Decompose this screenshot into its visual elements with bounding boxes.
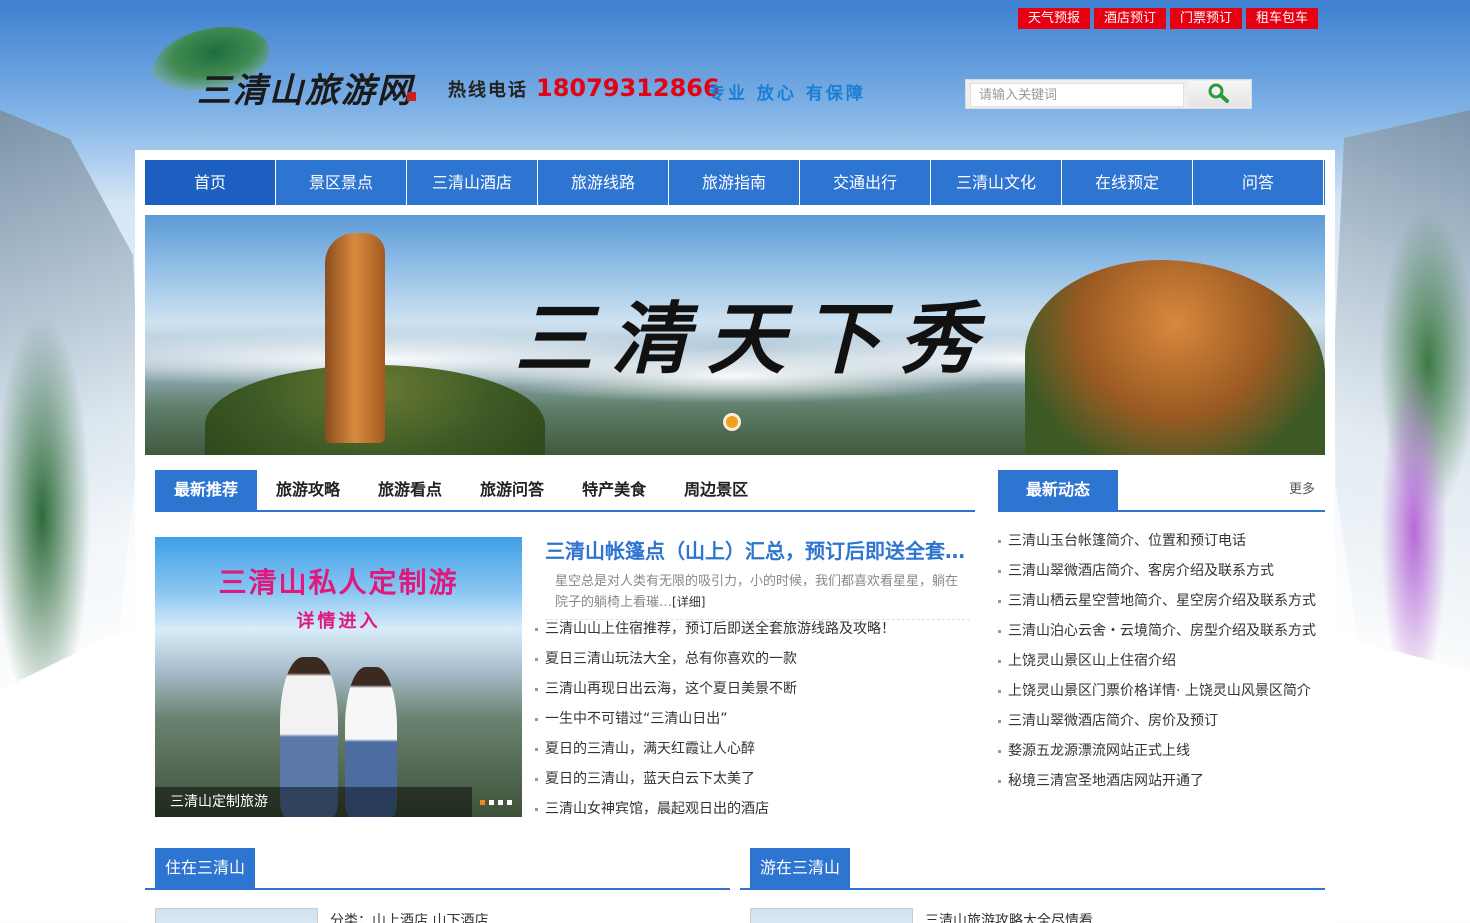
section-stay-thumbnail[interactable] (155, 908, 318, 923)
nav-travel-guide[interactable]: 旅游指南 (669, 160, 800, 205)
top-link-ticket[interactable]: 门票预订 (1170, 8, 1243, 29)
top-link-car-rental[interactable]: 租车包车 (1246, 8, 1319, 29)
feature-subtitle: 详情进入 (296, 611, 381, 632)
list-item[interactable]: 三清山再现日出云海，这个夏日美景不断 (535, 674, 975, 704)
section-stay-text[interactable]: 分类：山上酒店 山下酒店 (330, 910, 488, 923)
feature-slideshow[interactable]: 三清山私人定制游 详情进入 三清山定制旅游 (155, 537, 522, 817)
nav-transport[interactable]: 交通出行 (800, 160, 931, 205)
list-item[interactable]: 婺源五龙源漂流网站正式上线 (998, 736, 1325, 766)
list-item[interactable]: 三清山泊心云舍・云境简介、房型介绍及联系方式 (998, 616, 1325, 646)
top-link-hotel[interactable]: 酒店预订 (1094, 8, 1167, 29)
feature-dot[interactable] (480, 800, 485, 805)
tab-qa[interactable]: 旅游问答 (461, 470, 563, 510)
list-item[interactable]: 上饶灵山景区山上住宿介绍 (998, 646, 1325, 676)
section-stay-title[interactable]: 住在三清山 (155, 848, 255, 888)
section-tour-title[interactable]: 游在三清山 (750, 848, 850, 888)
headline-title[interactable]: 三清山帐篷点（山上）汇总，预订后即送全套旅游线路 (545, 535, 970, 564)
section-tour-thumbnail[interactable] (750, 908, 913, 923)
nav-qa[interactable]: 问答 (1193, 160, 1324, 205)
hotline-label: 热线电话 (448, 80, 528, 101)
nav-home[interactable]: 首页 (145, 160, 276, 205)
banner-rock-pillar (325, 233, 385, 443)
headline-more-link[interactable]: [详细] (672, 595, 705, 609)
tab-highlights[interactable]: 旅游看点 (359, 470, 461, 510)
site-logo[interactable]: 三清山旅游网 (145, 17, 425, 111)
nav-online-booking[interactable]: 在线预定 (1062, 160, 1193, 205)
list-item[interactable]: 夏日的三清山，满天红霞让人心醉 (535, 734, 975, 764)
list-item[interactable]: 上饶灵山景区门票价格详情· 上饶灵山风景区简介 (998, 676, 1325, 706)
slogan: 专业 放心 有保障 (708, 84, 866, 104)
list-item[interactable]: 夏日的三清山，蓝天白云下太美了 (535, 764, 975, 794)
logo-seal-icon (407, 92, 416, 101)
tab-nearby[interactable]: 周边景区 (665, 470, 767, 510)
dynamics-list: 三清山玉台帐篷简介、位置和预订电话 三清山翠微酒店简介、客房介绍及联系方式 三清… (998, 526, 1325, 796)
magnifier-icon (1208, 83, 1229, 103)
nav-culture[interactable]: 三清山文化 (931, 160, 1062, 205)
dynamics-more-link[interactable]: 更多 (1289, 470, 1315, 510)
news-tabs: 最新推荐 旅游攻略 旅游看点 旅游问答 特产美食 周边景区 (155, 470, 975, 512)
tab-latest[interactable]: 最新推荐 (155, 470, 258, 510)
background-mountain-right (1330, 110, 1470, 670)
top-links: 天气预报 酒店预订 门票预订 租车包车 (1018, 8, 1319, 29)
banner-rock-peak (1025, 260, 1325, 455)
banner-slider[interactable]: 三清天下秀 (145, 215, 1325, 455)
headline: 三清山帐篷点（山上）汇总，预订后即送全套旅游线路 星空总是对人类有无限的吸引力，… (545, 535, 970, 620)
feature-title: 三清山私人定制游 (218, 566, 459, 599)
list-item[interactable]: 三清山玉台帐篷简介、位置和预订电话 (998, 526, 1325, 556)
list-item[interactable]: 三清山翠微酒店简介、房价及预订 (998, 706, 1325, 736)
headline-desc: 星空总是对人类有无限的吸引力，小的时候，我们都喜欢看星星，躺在院子的躺椅上看璀…… (545, 572, 970, 613)
search-input[interactable] (970, 83, 1184, 107)
hotline-number: 18079312866 (536, 74, 720, 102)
section-tour-text[interactable]: 三清山旅游攻略大全尽情看 (925, 910, 1093, 923)
section-tour-header: 游在三清山 (740, 848, 1325, 890)
nav-tour-routes[interactable]: 旅游线路 (538, 160, 669, 205)
feature-dots (480, 800, 512, 805)
news-list: 三清山山上住宿推荐，预订后即送全套旅游线路及攻略！ 夏日三清山玩法大全，总有你喜… (535, 614, 975, 824)
background-mountain-left (0, 110, 140, 690)
banner-slide-indicator[interactable] (723, 413, 741, 431)
list-item[interactable]: 三清山栖云星空营地简介、星空房介绍及联系方式 (998, 586, 1325, 616)
tab-local-food[interactable]: 特产美食 (563, 470, 665, 510)
list-item[interactable]: 秘境三清宫圣地酒店网站开通了 (998, 766, 1325, 796)
search-button[interactable] (1188, 81, 1250, 107)
feature-dot[interactable] (507, 800, 512, 805)
search-box (965, 79, 1252, 109)
feature-dot[interactable] (489, 800, 494, 805)
list-item[interactable]: 夏日三清山玩法大全，总有你喜欢的一款 (535, 644, 975, 674)
feature-dot[interactable] (498, 800, 503, 805)
list-item[interactable]: 一生中不可错过“三清山日出” (535, 704, 975, 734)
list-item[interactable]: 三清山翠微酒店简介、客房介绍及联系方式 (998, 556, 1325, 586)
dynamics-header: 最新动态 更多 (998, 470, 1325, 512)
main-nav: 首页 景区景点 三清山酒店 旅游线路 旅游指南 交通出行 三清山文化 在线预定 … (145, 160, 1325, 205)
section-stay-header: 住在三清山 (145, 848, 730, 890)
dynamics-title: 最新动态 (998, 470, 1118, 510)
headline-desc-text: 星空总是对人类有无限的吸引力，小的时候，我们都喜欢看星星，躺在院子的躺椅上看璀… (555, 574, 959, 610)
top-link-weather[interactable]: 天气预报 (1018, 8, 1091, 29)
nav-scenic-spots[interactable]: 景区景点 (276, 160, 407, 205)
hotline: 热线电话 18079312866 (448, 74, 720, 102)
nav-hotels[interactable]: 三清山酒店 (407, 160, 538, 205)
logo-text: 三清山旅游网 (197, 71, 413, 111)
tab-strategy[interactable]: 旅游攻略 (257, 470, 359, 510)
main-container: 首页 景区景点 三清山酒店 旅游线路 旅游指南 交通出行 三清山文化 在线预定 … (135, 150, 1335, 923)
banner-title: 三清天下秀 (515, 294, 996, 385)
feature-caption[interactable]: 三清山定制旅游 (155, 787, 472, 817)
list-item[interactable]: 三清山山上住宿推荐，预订后即送全套旅游线路及攻略！ (535, 614, 975, 644)
list-item[interactable]: 三清山女神宾馆，晨起观日出的酒店 (535, 794, 975, 824)
